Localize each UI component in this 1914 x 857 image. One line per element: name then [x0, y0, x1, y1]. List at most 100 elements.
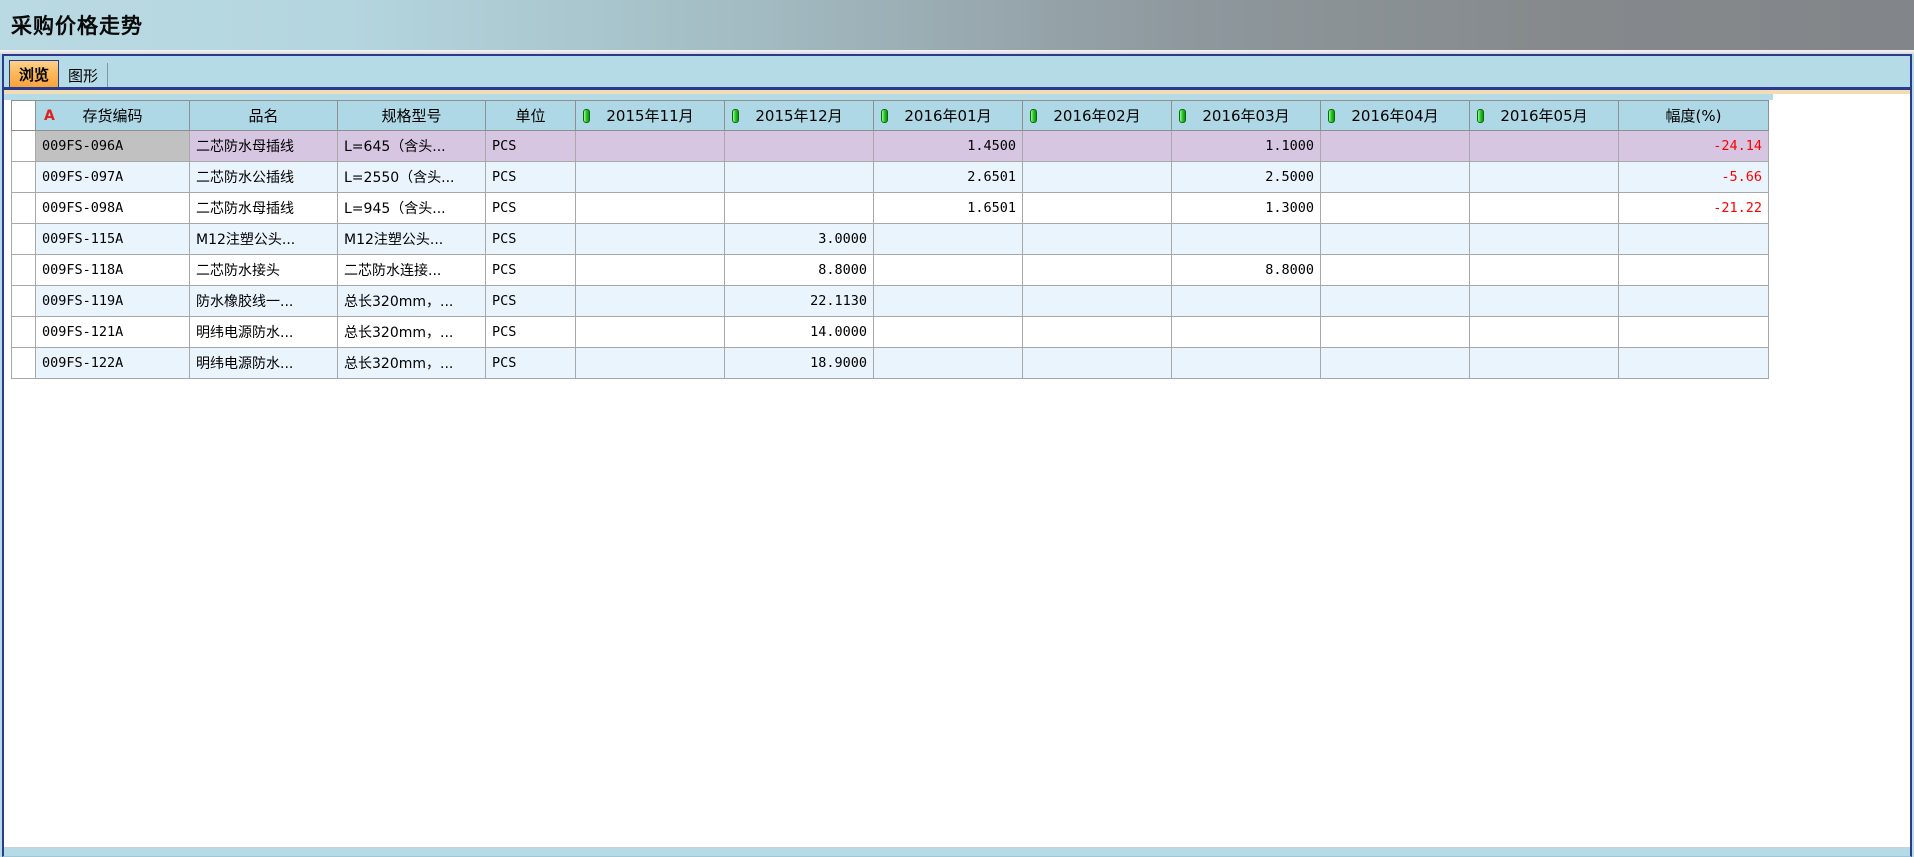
cell-m2[interactable]: 22.1130: [725, 286, 874, 317]
cell-spec[interactable]: 二芯防水连接...: [338, 255, 486, 286]
cell-m7[interactable]: [1470, 224, 1619, 255]
table-row[interactable]: 009FS-098A二芯防水母插线L=945（含头...PCS1.65011.3…: [12, 193, 1769, 224]
cell-m5[interactable]: [1172, 348, 1321, 379]
cell-m6[interactable]: [1321, 131, 1470, 162]
column-header-m5[interactable]: 2016年03月: [1172, 101, 1321, 131]
cell-m4[interactable]: [1023, 224, 1172, 255]
column-header-name[interactable]: 品名: [190, 101, 338, 131]
cell-unit[interactable]: PCS: [486, 131, 576, 162]
cell-range[interactable]: [1619, 224, 1769, 255]
cell-code[interactable]: 009FS-122A: [36, 348, 190, 379]
cell-m1[interactable]: [576, 317, 725, 348]
row-selector-cell[interactable]: [12, 131, 36, 162]
tab-graph[interactable]: 图形: [59, 63, 108, 87]
cell-m2[interactable]: 14.0000: [725, 317, 874, 348]
cell-unit[interactable]: PCS: [486, 348, 576, 379]
table-row[interactable]: 009FS-122A明纬电源防水...总长320mm，...PCS 18.9000: [12, 348, 1769, 379]
cell-m3[interactable]: [874, 224, 1023, 255]
cell-range[interactable]: -21.22: [1619, 193, 1769, 224]
cell-m5[interactable]: [1172, 224, 1321, 255]
cell-m7[interactable]: [1470, 193, 1619, 224]
row-selector-cell[interactable]: [12, 224, 36, 255]
cell-m3[interactable]: 2.6501: [874, 162, 1023, 193]
cell-range[interactable]: [1619, 255, 1769, 286]
cell-spec[interactable]: L=945（含头...: [338, 193, 486, 224]
cell-m3[interactable]: 1.4500: [874, 131, 1023, 162]
cell-range[interactable]: -24.14: [1619, 131, 1769, 162]
cell-m7[interactable]: [1470, 131, 1619, 162]
table-row[interactable]: 009FS-119A防水橡胶线一...总长320mm，...PCS22.1130: [12, 286, 1769, 317]
table-row[interactable]: 009FS-121A明纬电源防水...总长320mm，...PCS14.0000: [12, 317, 1769, 348]
cell-unit[interactable]: PCS: [486, 317, 576, 348]
table-row[interactable]: 009FS-097A二芯防水公插线L=2550（含头...PCS 2.6501 2.…: [12, 162, 1769, 193]
cell-spec[interactable]: 总长320mm，...: [338, 317, 486, 348]
cell-m3[interactable]: [874, 255, 1023, 286]
cell-m5[interactable]: [1172, 286, 1321, 317]
cell-m1[interactable]: [576, 162, 725, 193]
cell-code[interactable]: 009FS-118A: [36, 255, 190, 286]
cell-m7[interactable]: [1470, 317, 1619, 348]
cell-name[interactable]: 防水橡胶线一...: [190, 286, 338, 317]
cell-unit[interactable]: PCS: [486, 162, 576, 193]
cell-m1[interactable]: [576, 348, 725, 379]
cell-unit[interactable]: PCS: [486, 224, 576, 255]
cell-m3[interactable]: [874, 348, 1023, 379]
cell-name[interactable]: 明纬电源防水...: [190, 317, 338, 348]
column-header-m6[interactable]: 2016年04月: [1321, 101, 1470, 131]
cell-code[interactable]: 009FS-097A: [36, 162, 190, 193]
cell-spec[interactable]: 总长320mm，...: [338, 286, 486, 317]
cell-m5[interactable]: 2.5000: [1172, 162, 1321, 193]
column-header-m2[interactable]: 2015年12月: [725, 101, 874, 131]
row-selector-cell[interactable]: [12, 286, 36, 317]
cell-m4[interactable]: [1023, 286, 1172, 317]
table-row[interactable]: 009FS-118A二芯防水接头二芯防水连接...PCS8.80008.8000: [12, 255, 1769, 286]
column-header-code[interactable]: A存货编码: [36, 101, 190, 131]
cell-m1[interactable]: [576, 286, 725, 317]
cell-name[interactable]: M12注塑公头...: [190, 224, 338, 255]
column-header-spec[interactable]: 规格型号: [338, 101, 486, 131]
cell-m7[interactable]: [1470, 348, 1619, 379]
cell-m2[interactable]: [725, 162, 874, 193]
table-row[interactable]: 009FS-115AM12注塑公头...M12注塑公头...PCS3.0000: [12, 224, 1769, 255]
row-selector-cell[interactable]: [12, 348, 36, 379]
cell-m4[interactable]: [1023, 162, 1172, 193]
cell-m1[interactable]: [576, 255, 725, 286]
column-header-m3[interactable]: 2016年01月: [874, 101, 1023, 131]
column-header-range[interactable]: 幅度(%): [1619, 101, 1769, 131]
cell-range[interactable]: [1619, 348, 1769, 379]
row-selector-cell[interactable]: [12, 255, 36, 286]
cell-m7[interactable]: [1470, 162, 1619, 193]
cell-m3[interactable]: [874, 317, 1023, 348]
row-selector-cell[interactable]: [12, 193, 36, 224]
cell-range[interactable]: [1619, 317, 1769, 348]
cell-name[interactable]: 二芯防水公插线: [190, 162, 338, 193]
cell-m1[interactable]: [576, 131, 725, 162]
cell-code[interactable]: 009FS-098A: [36, 193, 190, 224]
cell-name[interactable]: 明纬电源防水...: [190, 348, 338, 379]
cell-m2[interactable]: [725, 193, 874, 224]
row-selector-cell[interactable]: [12, 317, 36, 348]
cell-m4[interactable]: [1023, 317, 1172, 348]
cell-m4[interactable]: [1023, 193, 1172, 224]
cell-spec[interactable]: 总长320mm，...: [338, 348, 486, 379]
cell-code[interactable]: 009FS-115A: [36, 224, 190, 255]
tab-browse[interactable]: 浏览: [9, 60, 59, 87]
cell-m6[interactable]: [1321, 348, 1470, 379]
column-header-m4[interactable]: 2016年02月: [1023, 101, 1172, 131]
cell-spec[interactable]: L=645（含头...: [338, 131, 486, 162]
cell-m6[interactable]: [1321, 193, 1470, 224]
cell-unit[interactable]: PCS: [486, 255, 576, 286]
cell-spec[interactable]: L=2550（含头...: [338, 162, 486, 193]
cell-code[interactable]: 009FS-119A: [36, 286, 190, 317]
cell-m2[interactable]: [725, 131, 874, 162]
cell-m5[interactable]: 1.1000: [1172, 131, 1321, 162]
cell-m7[interactable]: [1470, 255, 1619, 286]
cell-m6[interactable]: [1321, 255, 1470, 286]
table-row[interactable]: 009FS-096A二芯防水母插线L=645（含头...PCS1.45001.1…: [12, 131, 1769, 162]
cell-m4[interactable]: [1023, 255, 1172, 286]
cell-m3[interactable]: 1.6501: [874, 193, 1023, 224]
cell-spec[interactable]: M12注塑公头...: [338, 224, 486, 255]
cell-m6[interactable]: [1321, 162, 1470, 193]
cell-m2[interactable]: 18.9000: [725, 348, 874, 379]
cell-m6[interactable]: [1321, 224, 1470, 255]
